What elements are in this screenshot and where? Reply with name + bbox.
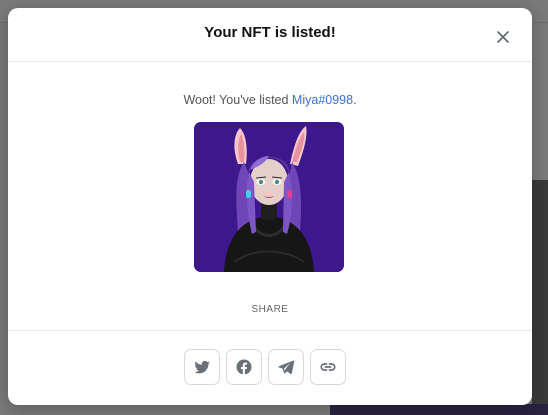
nft-name-link[interactable]: Miya#0998 [292,93,353,107]
listed-message-suffix: . [353,93,357,107]
share-twitter-button[interactable] [184,349,220,385]
facebook-icon [236,359,252,375]
modal-title: Your NFT is listed! [204,24,336,41]
share-facebook-button[interactable] [226,349,262,385]
close-button[interactable] [492,26,514,48]
listing-success-modal: Your NFT is listed! Woot! You've listed … [8,8,532,405]
share-label: SHARE [251,304,289,315]
close-icon [497,31,509,43]
modal-header: Your NFT is listed! [8,8,532,62]
telegram-icon [278,360,295,375]
listed-message-prefix: Woot! You've listed [183,93,292,107]
link-icon [320,363,336,371]
share-divider [8,330,532,331]
copy-link-button[interactable] [310,349,346,385]
share-telegram-button[interactable] [268,349,304,385]
twitter-icon [194,360,211,374]
listed-message: Woot! You've listed Miya#0998. [8,93,532,107]
nft-avatar-illustration [194,122,344,272]
backdrop-dark-panel [532,180,548,415]
backdrop-dark-strip [330,404,548,415]
nft-image [194,122,344,272]
share-buttons [184,349,346,385]
